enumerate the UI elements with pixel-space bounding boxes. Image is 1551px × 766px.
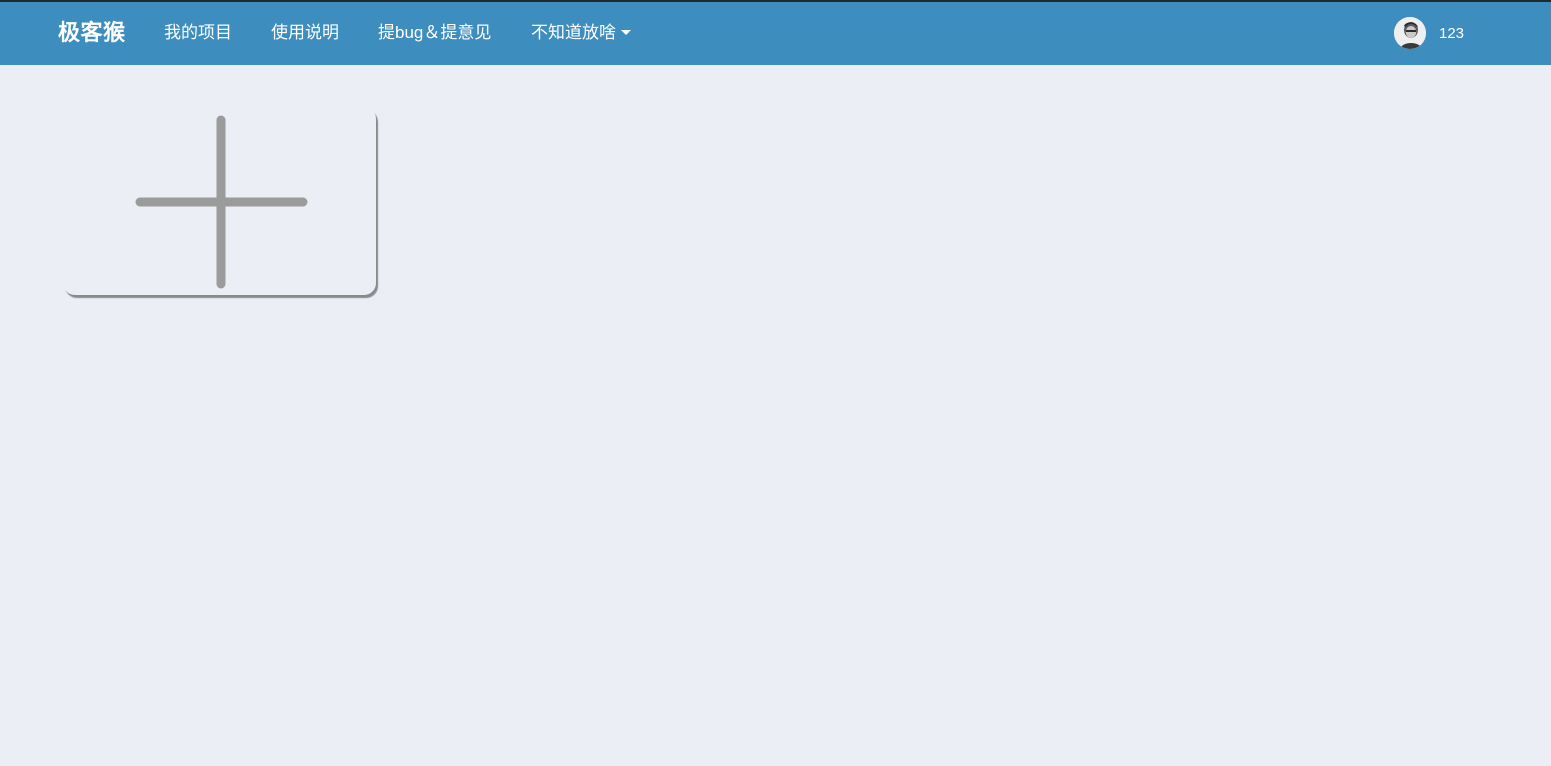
nav-item-feedback[interactable]: 提bug＆提意见 xyxy=(378,22,491,44)
nav-item-label: 不知道放啥 xyxy=(531,23,616,42)
user-avatar-icon xyxy=(1394,17,1426,49)
nav-item-my-projects[interactable]: 我的项目 xyxy=(164,22,232,44)
nav-dropdown-misc[interactable]: 不知道放啥 xyxy=(531,22,631,44)
top-navbar: 极客猴 我的项目 使用说明 提bug＆提意见 不知道放啥 123 xyxy=(0,2,1551,65)
username: 123 xyxy=(1439,25,1465,42)
avatar[interactable] xyxy=(1394,17,1426,49)
add-project-card[interactable] xyxy=(63,107,376,295)
nav-item-label: 我的项目 xyxy=(164,23,232,42)
nav-item-label: 提bug＆提意见 xyxy=(378,23,492,42)
brand-logo[interactable]: 极客猴 xyxy=(58,19,126,47)
nav-item-label: 使用说明 xyxy=(271,23,339,42)
caret-down-icon xyxy=(621,30,631,36)
nav-item-instructions[interactable]: 使用说明 xyxy=(271,22,339,44)
plus-icon xyxy=(135,115,308,289)
